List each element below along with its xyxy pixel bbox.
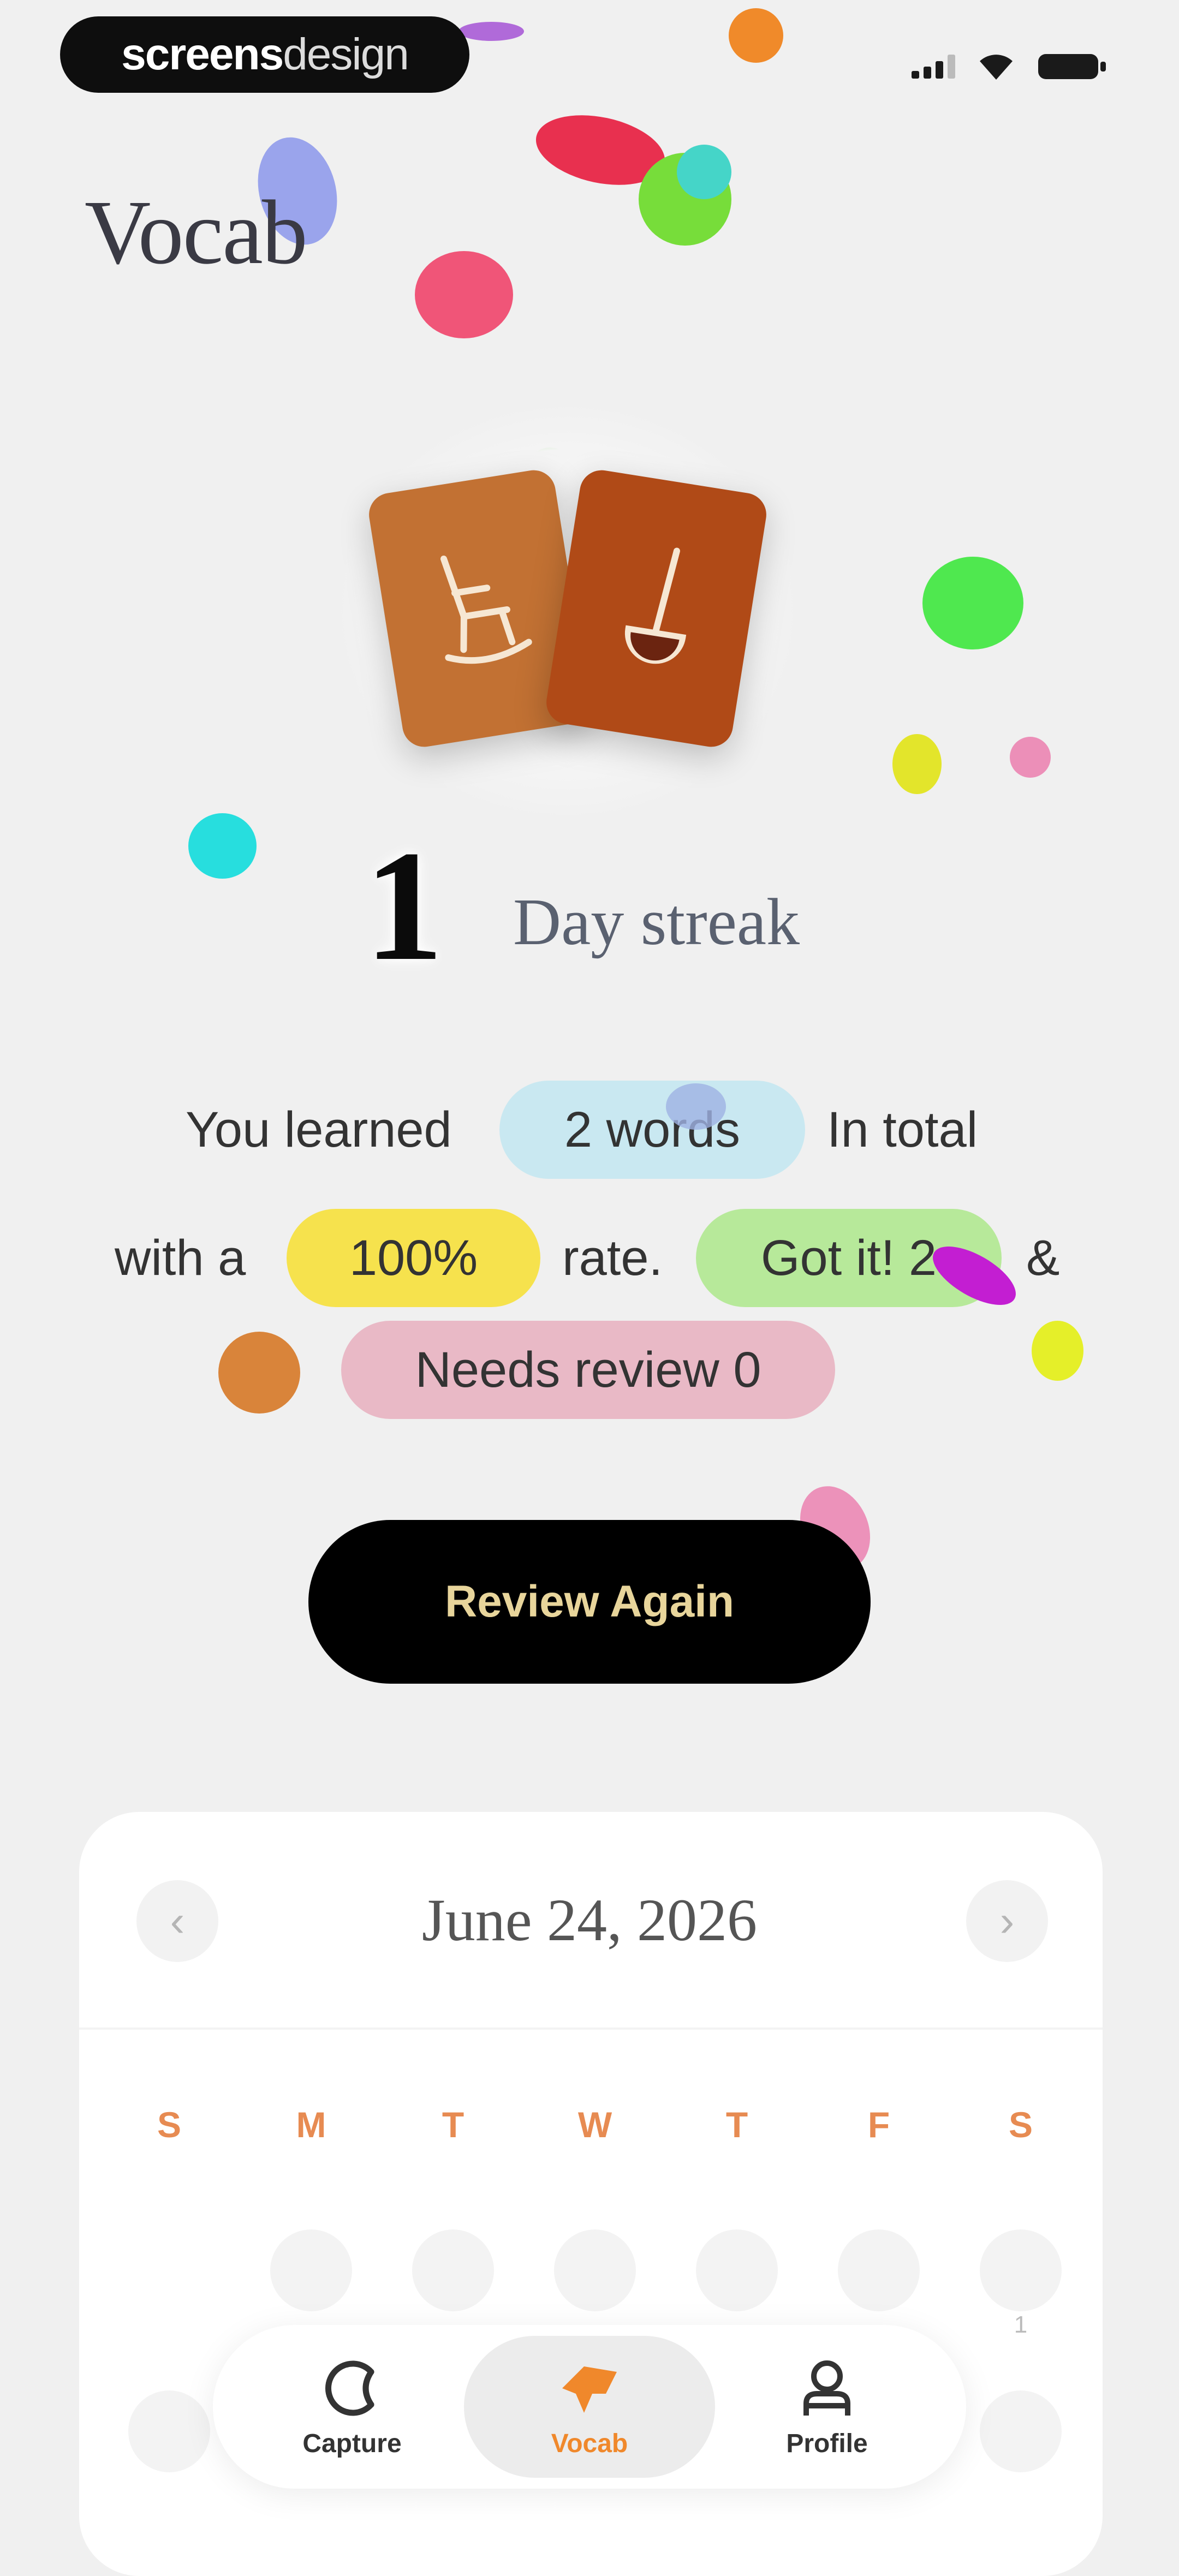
weekday-mon: M [296, 2104, 326, 2145]
nav-label-profile: Profile [786, 2429, 868, 2458]
weekday-wed: W [577, 2104, 612, 2145]
rocking-chair-icon [440, 556, 532, 664]
calendar-day[interactable] [554, 2229, 636, 2311]
confetti-piece [892, 734, 942, 794]
calendar-day[interactable] [838, 2229, 920, 2311]
streak-count: 1 [364, 818, 444, 993]
nav-item-vocab[interactable]: Vocab [464, 2336, 715, 2478]
words-learned-pill: 2 words [499, 1081, 805, 1179]
wifi-icon [980, 55, 1013, 80]
nav-item-capture[interactable]: Capture [227, 2336, 478, 2478]
weekday-fri: F [867, 2104, 890, 2145]
review-again-button[interactable]: Review Again [308, 1520, 871, 1684]
weekday-tue: T [442, 2104, 465, 2145]
weekday-thu: T [725, 2104, 748, 2145]
calendar-day[interactable] [980, 2229, 1062, 2311]
confetti-piece [729, 8, 783, 63]
calendar-divider [79, 2028, 1103, 2030]
page-title: Vocab [85, 182, 308, 283]
weekday-sat: S [1008, 2104, 1033, 2145]
nav-item-profile[interactable]: Profile [701, 2336, 952, 2478]
calendar-day-number: 1 [1014, 2311, 1028, 2338]
confetti-piece [666, 1083, 726, 1130]
confetti-piece [218, 1332, 300, 1414]
summary-text-in-total: In total [827, 1102, 978, 1158]
confetti-piece [1010, 737, 1051, 778]
nav-label-capture: Capture [302, 2429, 402, 2458]
summary-text-you-learned: You learned [186, 1102, 452, 1158]
watermark-light-text: design [283, 29, 409, 79]
vocab-card-ladle [543, 467, 770, 750]
ladle-icon [624, 547, 686, 664]
confetti-piece [922, 557, 1023, 649]
status-bar [912, 52, 1108, 81]
weekday-sun: S [157, 2104, 182, 2145]
summary-text-with-a: with a [115, 1230, 246, 1286]
summary-text-ampersand: & [1026, 1230, 1060, 1286]
signal-icon [912, 55, 955, 79]
calendar-day[interactable] [412, 2229, 494, 2311]
capture-icon [325, 2360, 374, 2416]
confetti-piece [415, 251, 513, 338]
calendar-day[interactable] [980, 2390, 1062, 2472]
calendar-day[interactable] [128, 2390, 210, 2472]
profile-icon [803, 2360, 850, 2416]
calendar-day[interactable] [696, 2229, 778, 2311]
confetti-piece [677, 145, 731, 199]
confetti-piece [1032, 1321, 1083, 1381]
needs-review-pill: Needs review 0 [341, 1321, 835, 1419]
confetti-piece [188, 813, 257, 879]
watermark-logo: screens design [60, 16, 469, 93]
vocab-icon [562, 2366, 617, 2413]
confetti-piece [458, 22, 524, 41]
streak-label: Day streak [513, 885, 800, 959]
battery-icon [1038, 54, 1106, 79]
nav-label-vocab: Vocab [551, 2429, 628, 2458]
rate-pill: 100% [287, 1209, 540, 1307]
summary-text-rate: rate. [562, 1230, 663, 1286]
calendar-next-button[interactable]: › [966, 1880, 1048, 1962]
calendar-day[interactable] [270, 2229, 352, 2311]
watermark-bold-text: screens [121, 29, 284, 79]
